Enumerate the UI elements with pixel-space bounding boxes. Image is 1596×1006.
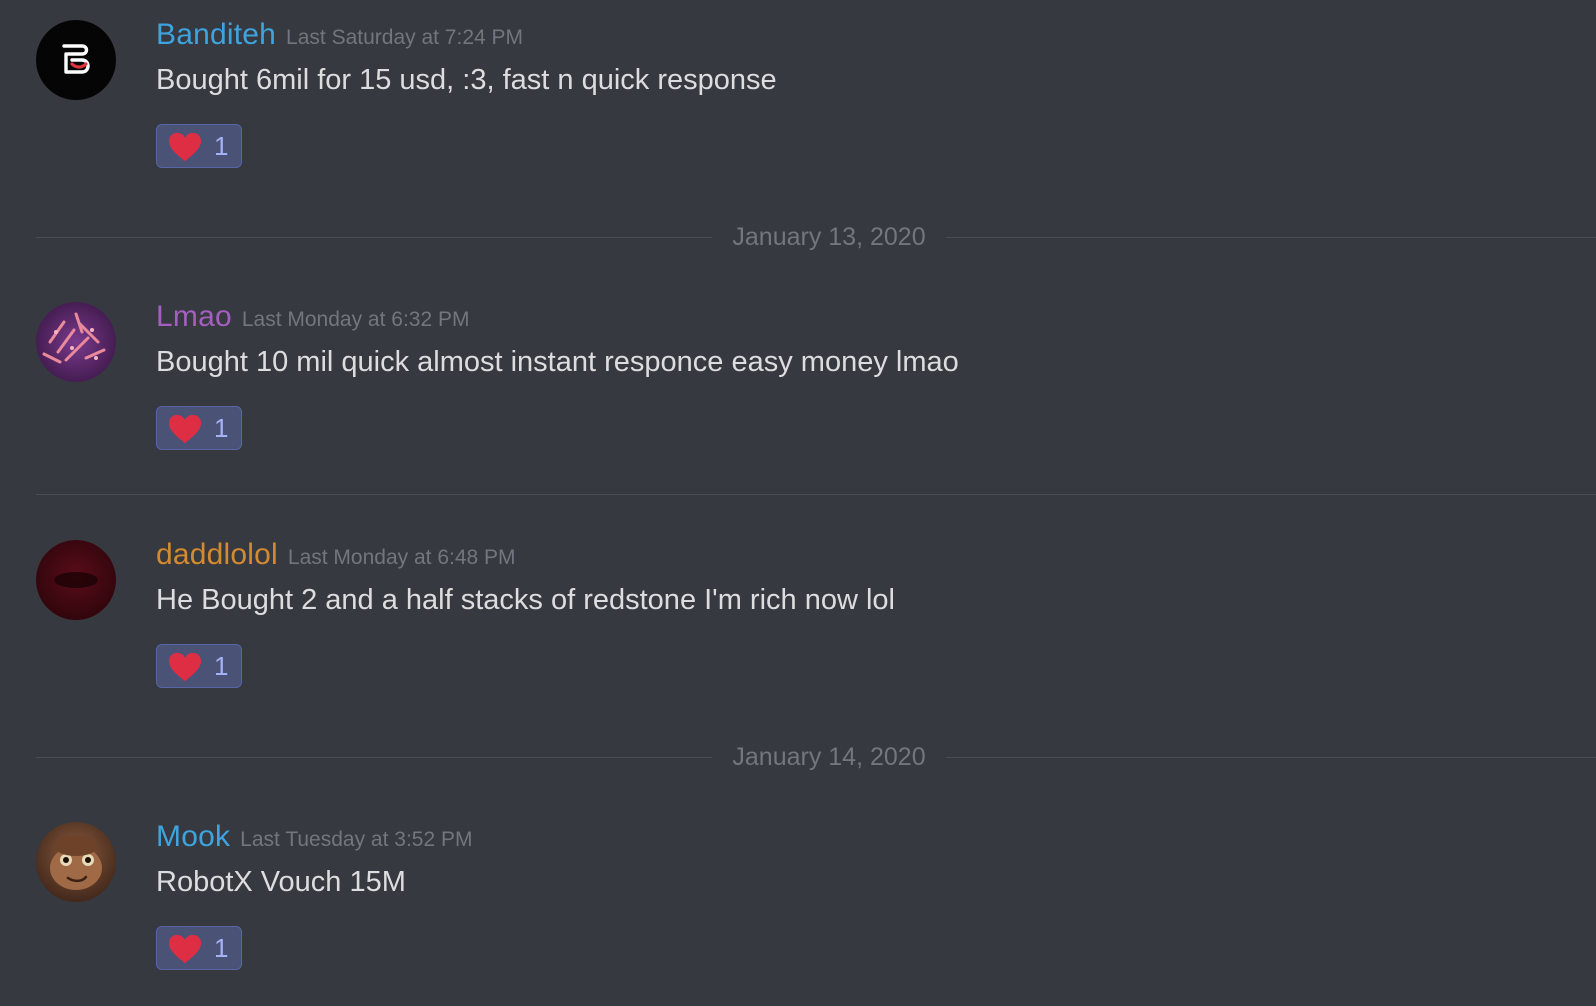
reaction-button[interactable]: 1 [156, 124, 242, 168]
reaction-button[interactable]: 1 [156, 926, 242, 970]
heart-icon [168, 652, 202, 682]
avatar[interactable] [36, 540, 116, 620]
date-divider-label: January 14, 2020 [732, 743, 926, 771]
heart-icon [168, 934, 202, 964]
divider-line [36, 237, 712, 238]
message-header: daddlolol Last Monday at 6:48 PM [156, 538, 516, 572]
date-divider: January 13, 2020 [36, 221, 1596, 253]
timestamp: Last Saturday at 7:24 PM [286, 26, 524, 49]
reaction-count: 1 [214, 651, 229, 681]
message-header: Banditeh Last Saturday at 7:24 PM [156, 18, 523, 52]
message-content: Bought 10 mil quick almost instant respo… [156, 346, 959, 378]
heart-icon [168, 132, 202, 162]
avatar[interactable] [36, 822, 116, 902]
username[interactable]: daddlolol [156, 538, 278, 571]
reaction-count: 1 [214, 413, 229, 443]
username[interactable]: Lmao [156, 300, 232, 333]
chat-messages: Banditeh Last Saturday at 7:24 PM Bought … [0, 0, 1596, 1006]
reaction-count: 1 [214, 131, 229, 161]
reaction-count: 1 [214, 933, 229, 963]
message-content: RobotX Vouch 15M [156, 866, 406, 898]
message-header: Lmao Last Monday at 6:32 PM [156, 300, 470, 334]
date-divider: January 14, 2020 [36, 741, 1596, 773]
avatar[interactable] [36, 20, 116, 100]
reaction-button[interactable]: 1 [156, 644, 242, 688]
timestamp: Last Monday at 6:32 PM [241, 308, 470, 331]
timestamp: Last Monday at 6:48 PM [287, 546, 516, 569]
username[interactable]: Mook [156, 820, 230, 853]
divider-line [946, 237, 1596, 238]
message-divider [36, 494, 1596, 495]
date-divider-label: January 13, 2020 [732, 223, 926, 251]
heart-icon [168, 414, 202, 444]
message-header: Mook Last Tuesday at 3:52 PM [156, 820, 472, 854]
reaction-button[interactable]: 1 [156, 406, 242, 450]
message-content: Bought 6mil for 15 usd, :3, fast n quick… [156, 64, 777, 96]
divider-line [946, 757, 1596, 758]
avatar-image [36, 302, 116, 382]
avatar-image [36, 822, 116, 902]
avatar-image [36, 20, 116, 100]
username[interactable]: Banditeh [156, 18, 276, 51]
timestamp: Last Tuesday at 3:52 PM [240, 828, 473, 851]
avatar[interactable] [36, 302, 116, 382]
message-content: He Bought 2 and a half stacks of redston… [156, 584, 895, 616]
divider-line [36, 757, 712, 758]
avatar-image [36, 540, 116, 620]
